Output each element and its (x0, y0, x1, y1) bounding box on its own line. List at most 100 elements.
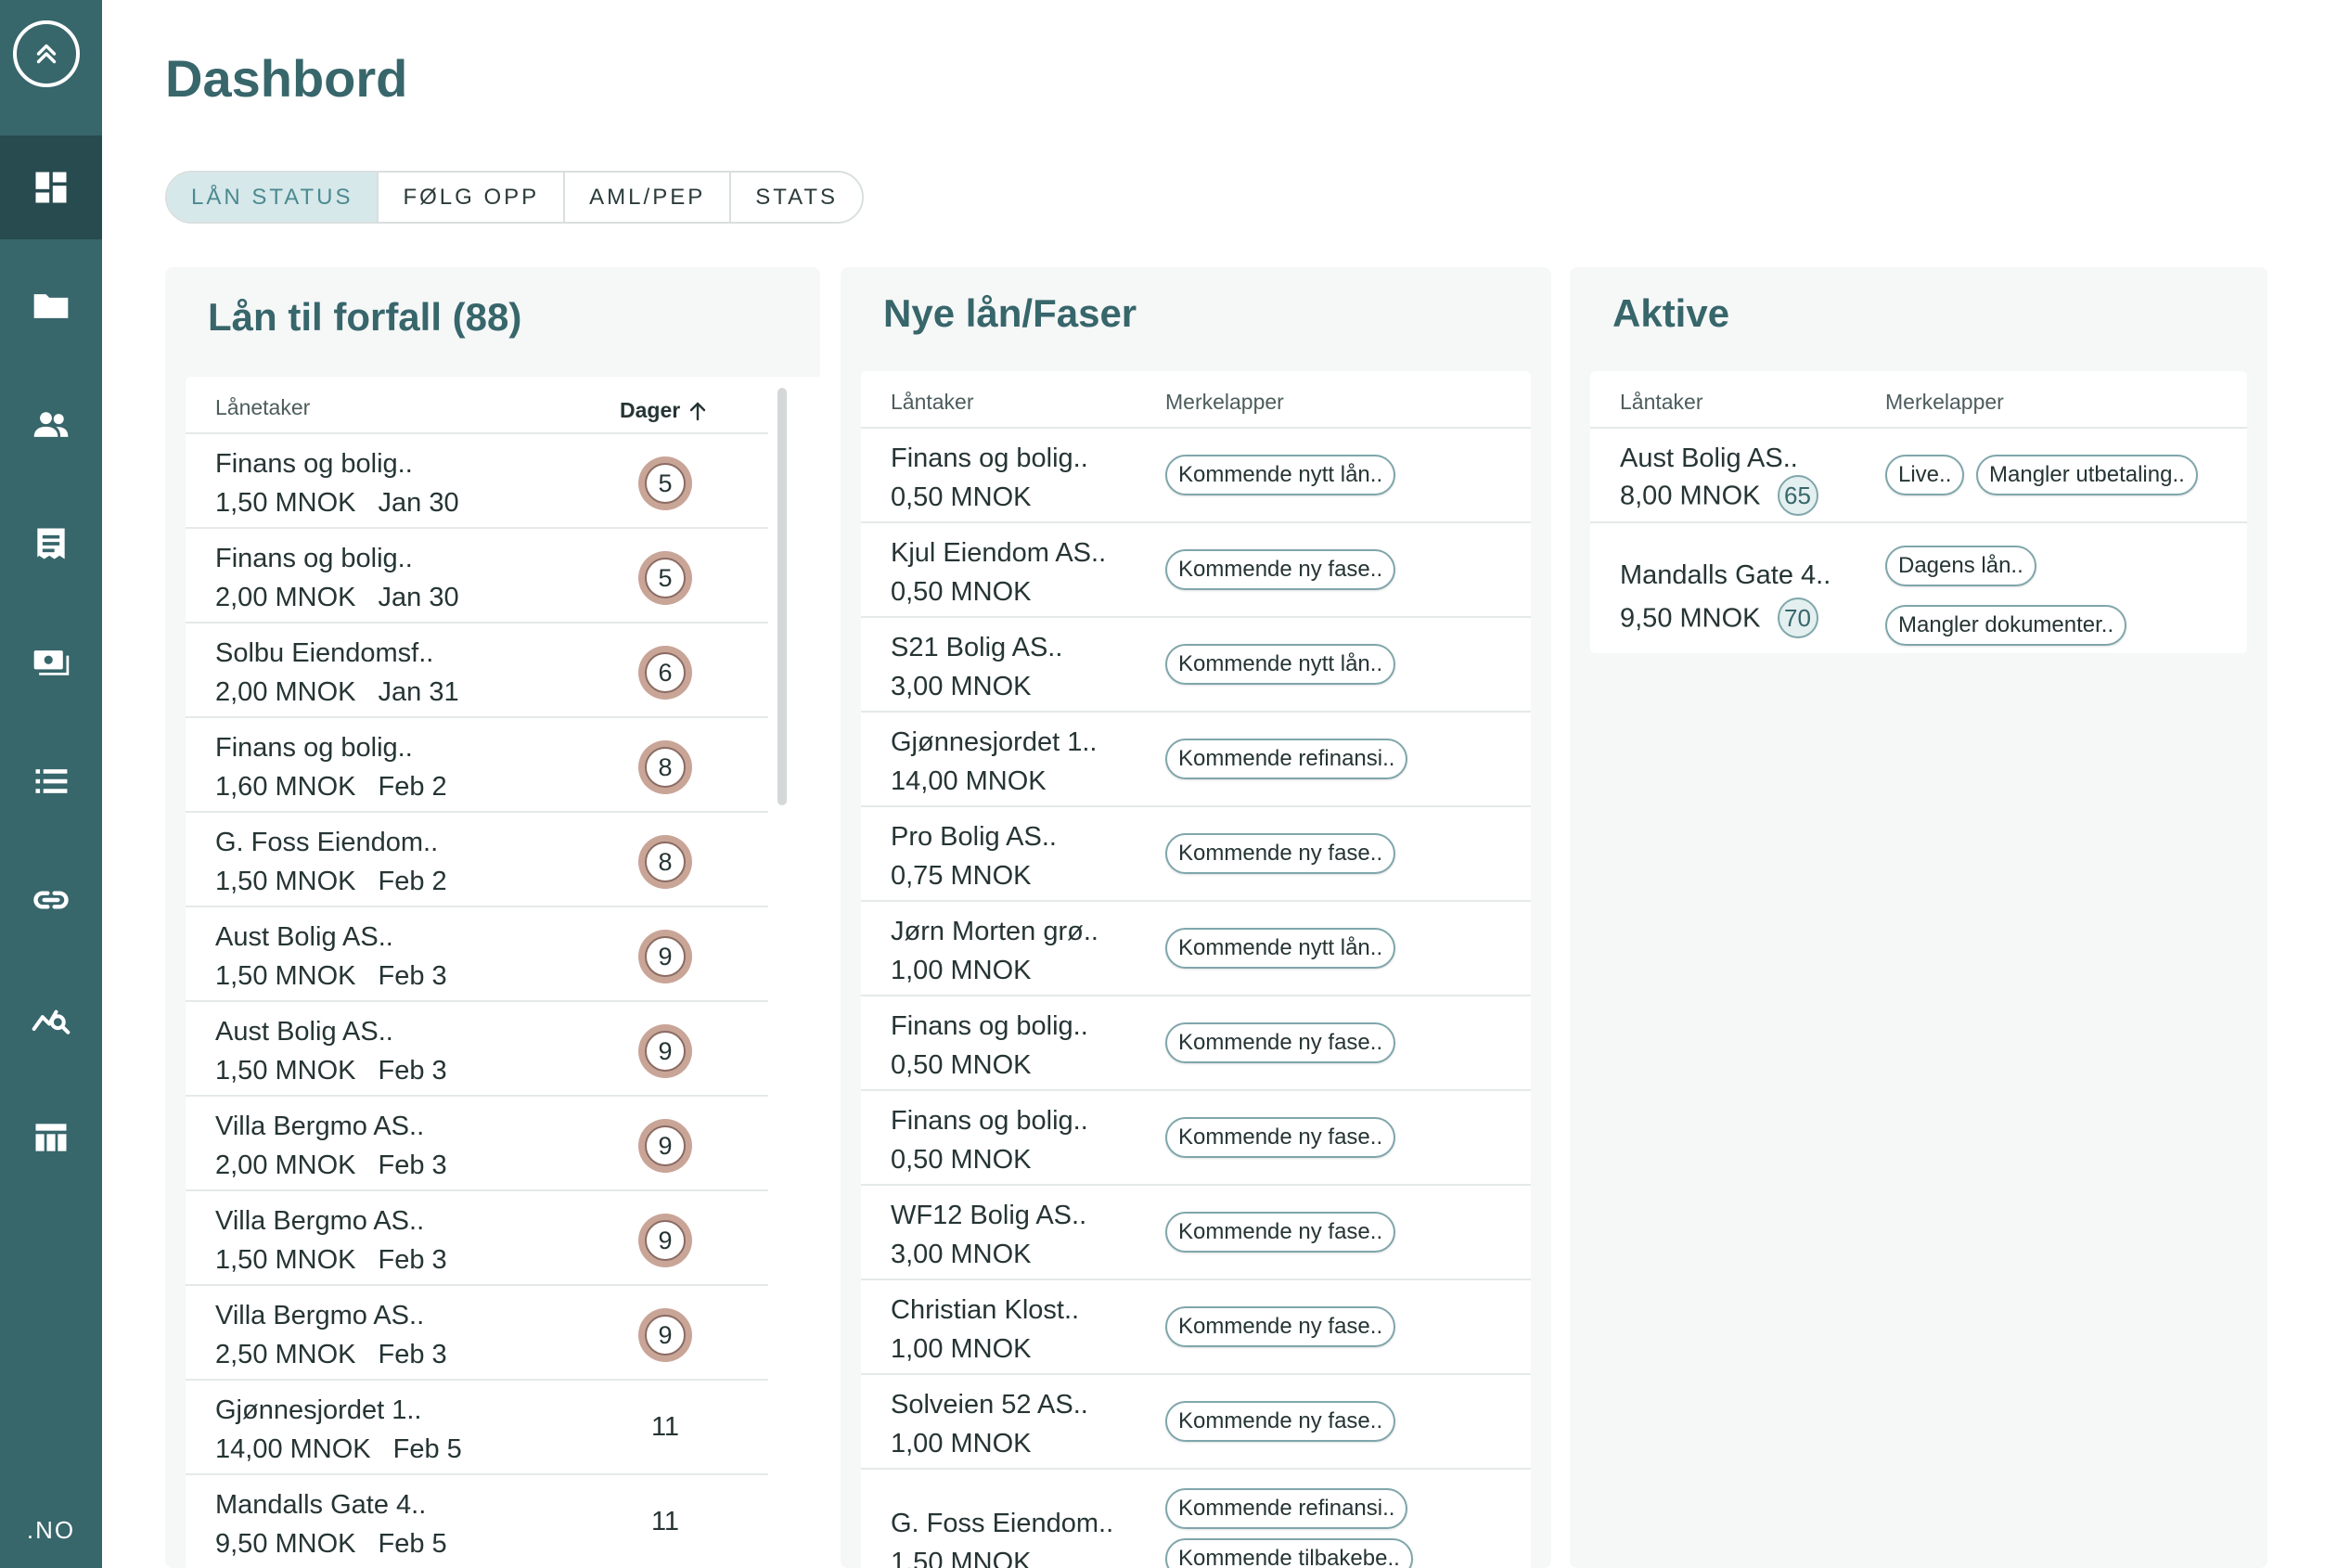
tag-chip[interactable]: Kommende ny fase.. (1165, 833, 1396, 874)
tag-chip[interactable]: Kommende nytt lån.. (1165, 644, 1396, 685)
column-header-days[interactable]: Dager (620, 395, 709, 423)
panel-forfall: Lån til forfall (88) Lånetaker Dager Fin… (165, 267, 820, 1568)
dashboard-icon (35, 172, 67, 203)
sort-ascending-icon (689, 402, 705, 421)
tag-chip[interactable]: Kommende ny fase.. (1165, 1212, 1396, 1253)
tag-chip[interactable]: Kommende ny fase.. (1165, 549, 1396, 590)
scrollbar[interactable] (777, 388, 787, 805)
table-row[interactable]: Kjul Eiendom AS.. 0,50 MNOK Kommende ny fa… (861, 523, 1531, 618)
table-icon (35, 1124, 67, 1151)
loan-amount: 1,00 MNOK (891, 1334, 1032, 1364)
tag-chip[interactable]: Mangler dokumenter.. (1885, 605, 2127, 646)
loan-amount: 1,00 MNOK (891, 1429, 1032, 1459)
amount-value: 9,50 MNOK (1620, 603, 1761, 634)
loan-amount: 14,00 MNOK Feb 5 (215, 1434, 462, 1465)
borrower-name: S21 Bolig AS.. (891, 633, 1063, 662)
sidebar-item-folder[interactable] (0, 254, 102, 358)
sidebar-item-people[interactable] (0, 373, 102, 477)
borrower-name: Villa Bergmo AS.. (215, 1301, 425, 1330)
analytics-search-icon (32, 1009, 71, 1035)
sidebar-item-table[interactable] (0, 1086, 102, 1189)
count-badge: 65 (1777, 475, 1818, 516)
table-row[interactable]: Finans og bolig.. 0,50 MNOK Kommende nytt … (861, 429, 1531, 523)
days-value: 9 (645, 1031, 686, 1072)
table-row[interactable]: Aust Bolig AS.. 1,50 MNOK Feb 3 9 (186, 907, 768, 1002)
borrower-name: Mandalls Gate 4.. (215, 1490, 427, 1520)
sidebar-item-links[interactable] (0, 848, 102, 952)
nye-table: Låntaker Merkelapper Finans og bolig.. 0,… (861, 371, 1531, 1568)
status-tabs: LÅN STATUS FØLG OPP AML/PEP STATS (165, 171, 864, 224)
tab-stats[interactable]: STATS (731, 173, 862, 222)
loan-amount: 2,00 MNOK Jan 31 (215, 677, 459, 708)
days-value: 11 (650, 1507, 680, 1536)
table-row[interactable]: WF12 Bolig AS.. 3,00 MNOK Kommende ny fase… (861, 1186, 1531, 1280)
sidebar-item-list[interactable] (0, 729, 102, 833)
brand-label: .NO (26, 1516, 76, 1544)
amount-value: 2,00 MNOK (215, 583, 356, 612)
table-row[interactable]: G. Foss Eiendom.. 1,50 MNOK Feb 2 8 (186, 813, 768, 907)
tab-aml-pep[interactable]: AML/PEP (565, 173, 732, 222)
days-badge: 8 (638, 835, 692, 889)
table-row[interactable]: Christian Klost.. 1,00 MNOK Kommende ny fa… (861, 1280, 1531, 1375)
table-row[interactable]: Aust Bolig AS.. 1,50 MNOK Feb 3 9 (186, 1002, 768, 1097)
table-row[interactable]: Jørn Morten grø.. 1,00 MNOK Kommende nytt … (861, 902, 1531, 996)
tag-chip[interactable]: Kommende ny fase.. (1165, 1022, 1396, 1063)
days-value: 5 (645, 558, 686, 598)
table-row[interactable]: Finans og bolig.. 1,60 MNOK Feb 2 8 (186, 718, 768, 813)
loan-amount: 0,50 MNOK (891, 482, 1032, 512)
days-badge: 6 (638, 646, 692, 700)
table-row[interactable]: Finans og bolig.. 1,50 MNOK Jan 30 5 (186, 434, 768, 529)
table-row[interactable]: Finans og bolig.. 0,50 MNOK Kommende ny fa… (861, 996, 1531, 1091)
borrower-name: Gjønnesjordet 1.. (215, 1395, 422, 1425)
tag-chip[interactable]: Kommende refinansi.. (1165, 1488, 1408, 1529)
table-row[interactable]: Mandalls Gate 4.. 9,50 MNOK 70 Dagens lån..… (1590, 523, 2247, 653)
sidebar-item-analytics[interactable] (0, 967, 102, 1071)
amount-value: 1,50 MNOK (215, 1245, 356, 1275)
due-date: Feb 3 (378, 1056, 447, 1086)
due-date: Feb 3 (378, 1340, 447, 1369)
tag-chip[interactable]: Kommende nytt lån.. (1165, 928, 1396, 969)
double-chevron-up-icon (36, 44, 57, 64)
table-row[interactable]: Solbu Eiendomsf.. 2,00 MNOK Jan 31 6 (186, 623, 768, 718)
sidebar-item-payments[interactable] (0, 610, 102, 714)
tag-chip[interactable]: Kommende refinansi.. (1165, 739, 1408, 779)
sidebar-item-receipt[interactable] (0, 492, 102, 596)
table-row[interactable]: S21 Bolig AS.. 3,00 MNOK Kommende nytt lån… (861, 618, 1531, 713)
table-row[interactable]: Gjønnesjordet 1.. 14,00 MNOK Kommende refi… (861, 713, 1531, 807)
table-row[interactable]: Aust Bolig AS.. 8,00 MNOK 65 Live.. Mangler … (1590, 429, 2247, 523)
loan-amount: 1,50 MNOK Feb 3 (215, 961, 447, 992)
due-date: Jan 30 (378, 583, 459, 612)
loan-amount: 0,50 MNOK (891, 577, 1032, 607)
table-row[interactable]: Finans og bolig.. 0,50 MNOK Kommende ny fa… (861, 1091, 1531, 1186)
tag-chip[interactable]: Mangler utbetaling.. (1976, 455, 2198, 495)
tab-lan-status[interactable]: LÅN STATUS (167, 173, 379, 222)
days-badge: 5 (638, 456, 692, 510)
tag-chip[interactable]: Kommende ny fase.. (1165, 1401, 1396, 1442)
tag-chip[interactable]: Kommende tilbakebe.. (1165, 1538, 1413, 1568)
column-header-borrower: Lånetaker (215, 395, 311, 419)
table-row[interactable]: Mandalls Gate 4.. 9,50 MNOK Feb 5 11 (186, 1475, 768, 1568)
days-value: 9 (645, 1125, 686, 1166)
due-date: Feb 3 (378, 961, 447, 991)
table-row[interactable]: Villa Bergmo AS.. 2,50 MNOK Feb 3 9 (186, 1286, 768, 1381)
tag-chip[interactable]: Live.. (1885, 455, 1965, 495)
borrower-name: G. Foss Eiendom.. (215, 828, 439, 857)
tag-chip[interactable]: Kommende nytt lån.. (1165, 455, 1396, 495)
tag-chip[interactable]: Kommende ny fase.. (1165, 1306, 1396, 1347)
forfall-rows: Finans og bolig.. 1,50 MNOK Jan 30 5 Finans … (186, 434, 768, 1568)
table-row[interactable]: G. Foss Eiendom.. 1,50 MNOK Kommende refin… (861, 1470, 1531, 1568)
table-row[interactable]: Gjønnesjordet 1.. 14,00 MNOK Feb 5 11 (186, 1381, 768, 1475)
loan-amount: 3,00 MNOK (891, 1240, 1032, 1269)
table-row[interactable]: Finans og bolig.. 2,00 MNOK Jan 30 5 (186, 529, 768, 623)
tab-folg-opp[interactable]: FØLG OPP (379, 173, 566, 222)
table-row[interactable]: Pro Bolig AS.. 0,75 MNOK Kommende ny fase.… (861, 807, 1531, 902)
tag-chip[interactable]: Dagens lån.. (1885, 546, 2036, 586)
forfall-table: Lånetaker Dager Finans og bolig.. 1,50 MN… (186, 377, 820, 1568)
table-row[interactable]: Villa Bergmo AS.. 2,00 MNOK Feb 3 9 (186, 1097, 768, 1191)
collapse-button[interactable] (13, 20, 80, 87)
table-row[interactable]: Villa Bergmo AS.. 1,50 MNOK Feb 3 9 (186, 1191, 768, 1286)
tag-chip[interactable]: Kommende ny fase.. (1165, 1117, 1396, 1158)
days-value: 9 (645, 1315, 686, 1356)
sidebar-item-dashboard[interactable] (0, 135, 102, 239)
table-row[interactable]: Solveien 52 AS.. 1,00 MNOK Kommende ny fas… (861, 1375, 1531, 1470)
